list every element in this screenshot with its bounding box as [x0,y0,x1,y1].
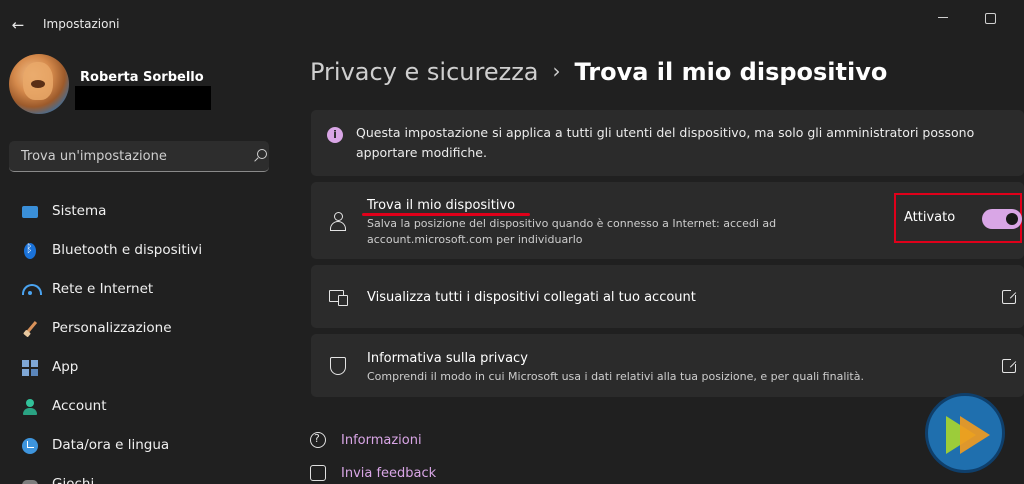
info-banner: Questa impostazione si applica a tutti g… [311,110,1024,176]
sidebar-nav: Sistema Bluetooth e dispositivi Rete e I… [0,192,300,484]
search-icon[interactable] [253,149,267,163]
privacy-title: Informativa sulla privacy [367,351,528,366]
sidebar-item-account[interactable]: Account [0,387,290,426]
wifi-icon [22,282,42,298]
help-icon [310,432,326,448]
brush-icon [22,321,38,337]
feedback-link[interactable]: Invia feedback [341,466,436,481]
search-input[interactable] [9,141,239,171]
info-icon [327,127,343,143]
minimize-icon[interactable] [933,8,953,28]
user-name: Roberta Sorbello [80,70,204,85]
sidebar-item-label: Personalizzazione [52,320,172,336]
shield-icon [330,357,346,375]
info-text: Questa impostazione si applica a tutti g… [356,125,975,160]
person-location-icon [329,212,347,231]
breadcrumb-parent[interactable]: Privacy e sicurezza [310,58,539,86]
gaming-icon [22,480,38,484]
find-device-description: Salva la posizione del dispositivo quand… [367,217,777,246]
privacy-statement-link[interactable]: Informativa sulla privacy Comprendi il m… [311,334,1024,397]
view-devices-link[interactable]: Visualizza tutti i dispositivi collegati… [311,265,1024,328]
sidebar-item-app[interactable]: App [0,348,290,387]
find-device-toggle[interactable] [982,209,1022,229]
maximize-icon[interactable] [980,8,1000,28]
sidebar-item-rete[interactable]: Rete e Internet [0,270,290,309]
sidebar-item-label: Giochi [52,476,95,484]
sidebar-item-label: Account [52,398,107,414]
sidebar-item-label: Sistema [52,203,107,219]
apps-icon [22,360,38,376]
external-link-icon [1002,357,1018,373]
privacy-description: Comprendi il modo in cui Microsoft usa i… [367,370,864,383]
breadcrumb: Privacy e sicurezza › Trova il mio disposi… [310,58,887,86]
view-devices-label: Visualizza tutti i dispositivi collegati… [367,290,696,305]
red-highlight-box: Attivato [894,193,1022,243]
feedback-icon [310,465,326,481]
toggle-state-label: Attivato [904,210,956,225]
avatar[interactable] [9,54,69,114]
breadcrumb-separator: › [552,59,561,83]
sidebar-item-label: App [52,359,79,375]
sidebar-item-data-ora[interactable]: Data/ora e lingua [0,426,290,465]
devices-icon [329,288,348,306]
sidebar-item-sistema[interactable]: Sistema [0,192,290,231]
title-bar: ← Impostazioni [0,0,1024,50]
account-icon [22,399,38,415]
sidebar-item-label: Bluetooth e dispositivi [52,242,203,258]
time-language-icon [22,438,38,454]
page-title: Trova il mio dispositivo [574,58,888,86]
sidebar-item-label: Rete e Internet [52,281,154,297]
system-icon [22,206,38,218]
search-box[interactable] [9,141,269,172]
sidebar-item-bluetooth[interactable]: Bluetooth e dispositivi [0,231,290,270]
sidebar-item-personalizzazione[interactable]: Personalizzazione [0,309,290,348]
logo-arrows-icon [946,416,990,454]
bluetooth-icon [24,242,36,259]
external-link-icon [1002,288,1018,304]
brand-logo [925,393,1005,473]
sidebar-item-label: Data/ora e lingua [52,437,170,453]
find-device-setting: Trova il mio dispositivo Salva la posizi… [311,182,1024,259]
info-link[interactable]: Informazioni [341,433,422,448]
redacted-email [75,86,211,110]
back-arrow-icon[interactable]: ← [8,14,28,36]
find-device-title: Trova il mio dispositivo [367,198,516,213]
app-title: Impostazioni [43,17,120,31]
sidebar-item-giochi[interactable]: Giochi [0,465,290,484]
